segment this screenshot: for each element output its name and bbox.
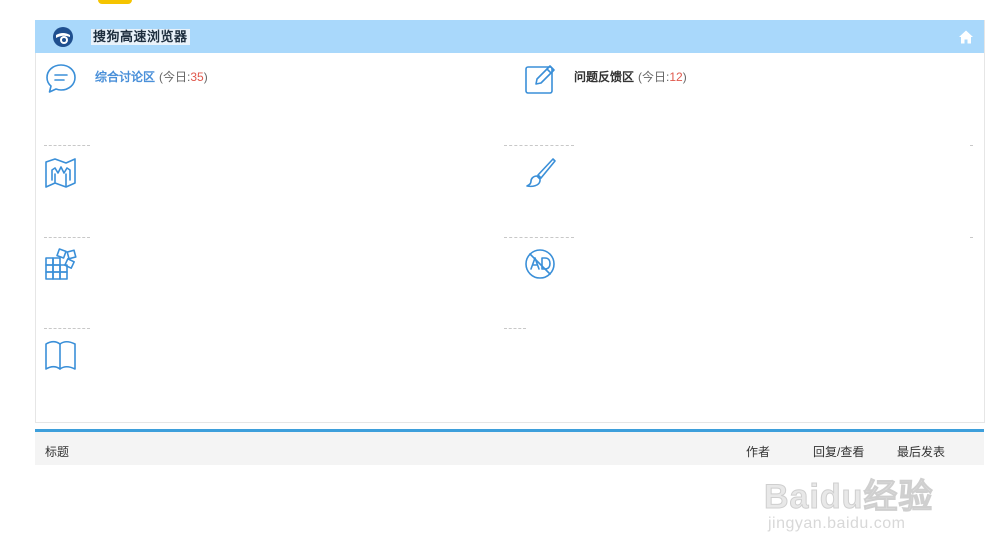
today-label: (今日:35): [159, 70, 208, 84]
edit-icon: [525, 65, 555, 94]
row-divider: [970, 145, 973, 146]
today-label: (今日:12): [638, 70, 687, 84]
brush-icon: [526, 158, 556, 188]
book-icon: [45, 340, 76, 370]
top-accent-decoration: [98, 0, 132, 4]
home-icon[interactable]: [958, 29, 974, 45]
forum-item-map[interactable]: [44, 156, 464, 196]
baidu-jingyan-watermark: Baidu经验 jingyan.baidu.com: [760, 455, 960, 540]
forum-item-skin[interactable]: [524, 156, 944, 196]
map-icon: [45, 158, 76, 188]
forum-header-bar: 搜狗高速浏览器: [35, 20, 984, 53]
row-divider: [970, 237, 973, 238]
sogou-browser-logo-icon[interactable]: [52, 26, 74, 48]
forum-name-link[interactable]: 问题反馈区: [574, 70, 634, 84]
watermark-brand: Baidu经验: [763, 478, 934, 517]
forum-item-feedback[interactable]: 问题反馈区 (今日:12): [524, 62, 944, 102]
forum-page: 搜狗高速浏览器 综合讨论区 (今日:35) 问题反馈区 (今日:12) 标题 作…: [0, 0, 1000, 559]
forum-item-ad-block[interactable]: [524, 247, 944, 287]
row-divider: [44, 237, 90, 238]
row-divider: [44, 145, 90, 146]
watermark-url: jingyan.baidu.com: [768, 515, 906, 532]
forum-item-apps[interactable]: [44, 247, 464, 287]
row-divider: [44, 328, 90, 329]
row-divider: [504, 237, 574, 238]
forum-name-link[interactable]: 综合讨论区: [95, 70, 155, 84]
forum-item-guide[interactable]: [44, 338, 464, 378]
row-divider: [504, 145, 574, 146]
forum-item-general-discussion[interactable]: 综合讨论区 (今日:35): [44, 62, 464, 102]
chat-bubble-icon: [46, 64, 76, 93]
column-title[interactable]: 标题: [45, 443, 69, 460]
apps-icon: [45, 248, 77, 280]
today-count: 12: [669, 70, 683, 84]
ad-block-icon: [525, 249, 555, 279]
today-count: 35: [190, 70, 204, 84]
forum-header-title[interactable]: 搜狗高速浏览器: [91, 29, 190, 45]
row-divider: [504, 328, 526, 329]
